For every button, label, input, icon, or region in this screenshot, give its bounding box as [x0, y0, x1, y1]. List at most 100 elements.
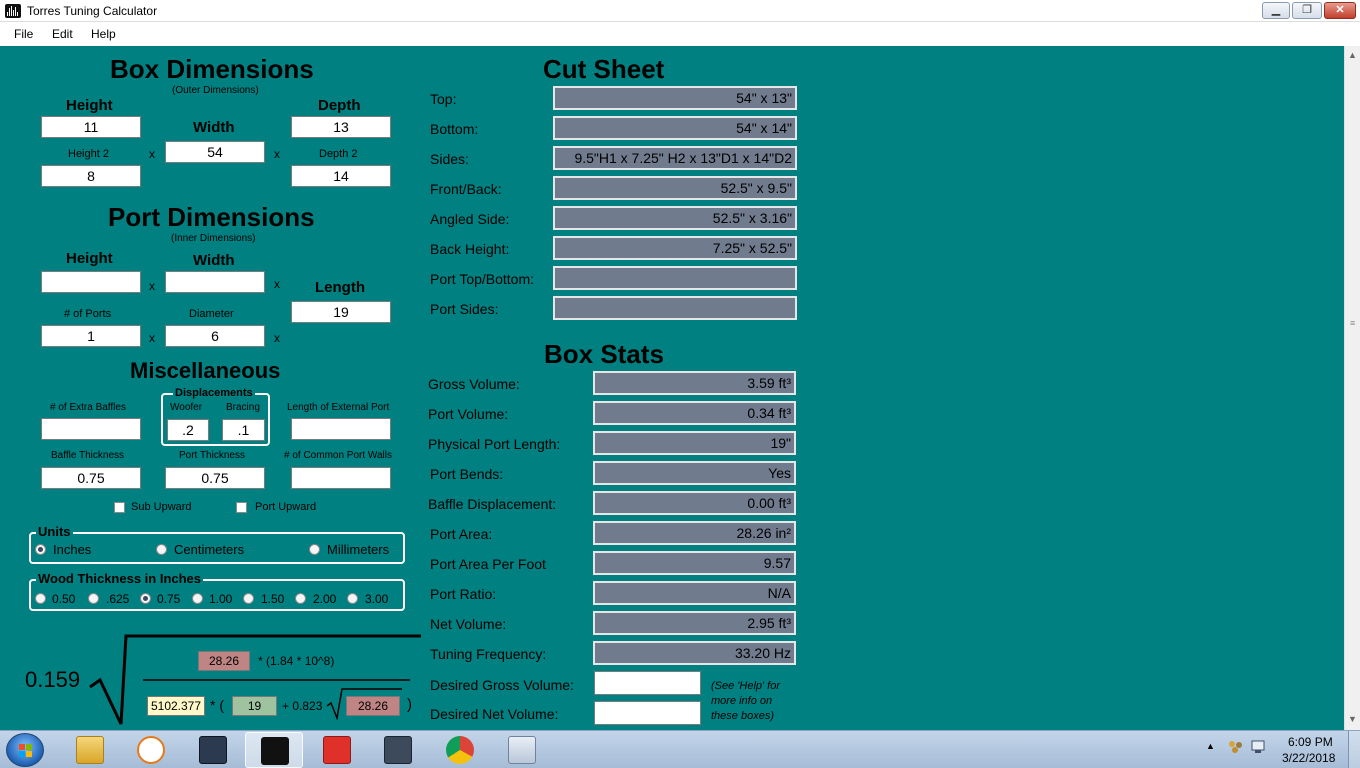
- port-height-input[interactable]: [41, 271, 141, 293]
- taskbar-sketchup[interactable]: [308, 732, 366, 768]
- desired-gross-volume-label: Desired Gross Volume:: [430, 677, 574, 693]
- port-upward-label: Port Upward: [255, 501, 317, 513]
- scroll-grip-icon[interactable]: ≡: [1350, 318, 1355, 328]
- taskbar-winisd[interactable]: [369, 732, 427, 768]
- box-width-input[interactable]: 54: [165, 141, 265, 163]
- formula-area-2: 28.26: [346, 696, 400, 716]
- vertical-scrollbar[interactable]: ▲ ≡ ▼: [1344, 46, 1360, 730]
- gross-volume-label: Gross Volume:: [428, 376, 520, 392]
- close-icon: ✕: [1335, 4, 1345, 16]
- wood-0625-label: .625: [106, 592, 130, 606]
- port-bends-value: Yes: [593, 461, 796, 485]
- wood-300-label: 3.00: [365, 592, 389, 606]
- formula-area: 28.26: [198, 651, 250, 671]
- wood-0625-radio[interactable]: [88, 593, 99, 604]
- woofer-input[interactable]: .2: [167, 419, 209, 441]
- baffle-thickness-input[interactable]: 0.75: [41, 467, 141, 489]
- port-area-per-foot-value: 9.57: [593, 551, 796, 575]
- box-height2-label: Height 2: [68, 148, 109, 160]
- box-height2-input[interactable]: 8: [41, 165, 141, 187]
- box-stats-title: Box Stats: [544, 339, 664, 369]
- wood-200-label: 2.00: [313, 592, 337, 606]
- extra-baffles-input[interactable]: [41, 418, 141, 440]
- bracing-input[interactable]: .1: [222, 419, 265, 441]
- units-inches-label: Inches: [53, 542, 92, 557]
- taskbar-explorer[interactable]: [61, 732, 119, 768]
- net-volume-value: 2.95 ft³: [593, 611, 796, 635]
- menu-file[interactable]: File: [14, 27, 33, 41]
- port-bends-label: Port Bends:: [430, 466, 504, 482]
- port-width-input[interactable]: [165, 271, 265, 293]
- desired-gross-volume-input[interactable]: [594, 671, 701, 695]
- wood-300-radio[interactable]: [347, 593, 358, 604]
- action-center-icon[interactable]: [1251, 740, 1267, 754]
- num-ports-label: # of Ports: [64, 308, 112, 320]
- port-area-per-foot-label: Port Area Per Foot: [430, 556, 546, 572]
- box-dimensions-title: Box Dimensions: [110, 54, 314, 84]
- scroll-up-icon[interactable]: ▲: [1348, 50, 1357, 60]
- wood-100-label: 1.00: [209, 592, 233, 606]
- sub-upward-label: Sub Upward: [131, 501, 192, 513]
- media-player-icon: [137, 736, 165, 764]
- baffle-displacement-label: Baffle Displacement:: [428, 496, 557, 512]
- clock-date[interactable]: 3/22/2018: [1282, 751, 1335, 765]
- taskbar-dialog-app[interactable]: [184, 732, 242, 768]
- external-port-input[interactable]: [291, 418, 391, 440]
- wood-100-radio[interactable]: [192, 593, 203, 604]
- cut-angled-side-value: 52.5" x 3.16": [553, 206, 797, 230]
- cut-back-height-value: 7.25" x 52.5": [553, 236, 797, 260]
- displacements-title: Displacements: [173, 386, 255, 400]
- port-thickness-input[interactable]: 0.75: [165, 467, 265, 489]
- box-depth-input[interactable]: 13: [291, 116, 391, 138]
- units-inches-radio[interactable]: [35, 544, 46, 555]
- restore-icon: ❐: [1302, 4, 1312, 16]
- misc-title: Miscellaneous: [130, 358, 281, 383]
- times-sign: x: [149, 147, 155, 161]
- cut-sides-value: 9.5"H1 x 7.25" H2 x 13"D1 x 14"D2: [553, 146, 797, 170]
- formula-volume: 5102.377: [147, 696, 205, 716]
- port-upward-checkbox[interactable]: [236, 502, 247, 513]
- sub-upward-checkbox[interactable]: [114, 502, 125, 513]
- port-thickness-label: Port Thickness: [179, 450, 245, 461]
- box-depth2-input[interactable]: 14: [291, 165, 391, 187]
- dialog-app-icon: [199, 736, 227, 764]
- box-depth2-label: Depth 2: [319, 148, 358, 160]
- box-dimensions-subtitle: (Outer Dimensions): [172, 85, 259, 96]
- desired-net-volume-input[interactable]: [594, 701, 701, 725]
- cut-port-sides-value: [553, 296, 797, 320]
- close-button[interactable]: ✕: [1324, 2, 1356, 19]
- box-height-input[interactable]: 11: [41, 116, 141, 138]
- units-millimeters-radio[interactable]: [309, 544, 320, 555]
- wood-050-radio[interactable]: [35, 593, 46, 604]
- wood-150-radio[interactable]: [243, 593, 254, 604]
- port-height-label: Height: [66, 250, 113, 267]
- show-desktop-button[interactable]: [1348, 731, 1360, 768]
- clock-time[interactable]: 6:09 PM: [1288, 735, 1333, 749]
- cut-front-back-label: Front/Back:: [430, 181, 502, 197]
- start-button[interactable]: [6, 733, 44, 767]
- minimize-button[interactable]: ▁: [1262, 2, 1290, 19]
- diameter-input[interactable]: 6: [165, 325, 265, 347]
- wood-050-label: 0.50: [52, 592, 76, 606]
- taskbar-tuning-calculator[interactable]: [245, 732, 303, 768]
- taskbar-calculator[interactable]: [493, 732, 551, 768]
- formula-length: 19: [232, 696, 277, 716]
- wood-200-radio[interactable]: [295, 593, 306, 604]
- units-centimeters-radio[interactable]: [156, 544, 167, 555]
- physical-port-length-label: Physical Port Length:: [428, 436, 561, 452]
- network-icon[interactable]: [1228, 740, 1244, 754]
- port-length-input[interactable]: 19: [291, 301, 391, 323]
- wood-075-radio[interactable]: [140, 593, 151, 604]
- menu-bar: File Edit Help: [0, 22, 1360, 46]
- taskbar-media-player[interactable]: [122, 732, 180, 768]
- tray-expand-icon[interactable]: ▲: [1206, 741, 1215, 751]
- menu-edit[interactable]: Edit: [52, 27, 73, 41]
- scroll-down-icon[interactable]: ▼: [1348, 714, 1357, 724]
- maximize-button[interactable]: ❐: [1292, 2, 1322, 19]
- common-walls-input[interactable]: [291, 467, 391, 489]
- taskbar-chrome[interactable]: [431, 732, 489, 768]
- winisd-icon: [384, 736, 412, 764]
- formula-end-correction: + 0.823: [282, 699, 323, 713]
- menu-help[interactable]: Help: [91, 27, 116, 41]
- num-ports-input[interactable]: 1: [41, 325, 141, 347]
